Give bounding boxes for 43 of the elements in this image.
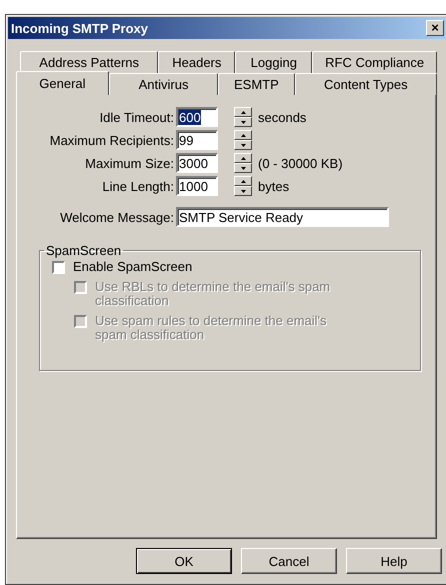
- field-label: Idle Timeout:: [98, 110, 174, 124]
- spin-buttons[interactable]: [234, 130, 252, 150]
- field-label: Maximum Size:: [84, 156, 174, 170]
- checkbox-label: Use RBLs to determine the email's spam classification: [95, 280, 332, 308]
- tab[interactable]: Logging: [235, 51, 312, 73]
- tab[interactable]: ESMTP: [218, 73, 295, 95]
- dialog-button[interactable]: Cancel: [241, 548, 337, 574]
- up-arrow-icon: [240, 180, 246, 182]
- up-arrow-icon: [240, 110, 246, 114]
- tab[interactable]: Antivirus: [108, 73, 218, 95]
- tab[interactable]: Address Patterns: [20, 51, 158, 73]
- spin-buttons[interactable]: [234, 176, 252, 196]
- number-field[interactable]: 99: [176, 130, 218, 150]
- down-arrow-icon: [240, 190, 246, 192]
- up-arrow-icon: [240, 134, 246, 136]
- field-label: Line Length:: [101, 178, 174, 194]
- dialog-button[interactable]: Help: [346, 548, 442, 574]
- checkbox-label: Enable SpamScreen: [73, 260, 194, 274]
- down-arrow-icon: [240, 120, 246, 124]
- down-arrow-icon: [240, 144, 246, 146]
- unit-label: (0 - 30000 KB): [258, 156, 343, 170]
- field-label: Maximum Recipients:: [48, 132, 174, 148]
- unit-label: seconds: [258, 110, 306, 124]
- spin-buttons[interactable]: [234, 107, 252, 127]
- input-field[interactable]: SMTP Service Ready: [176, 207, 389, 227]
- number-field[interactable]: 1000: [176, 176, 218, 196]
- unit-label: bytes: [258, 178, 290, 194]
- checkbox-label: Use spam rules to determine the email's spam classification: [95, 314, 328, 342]
- tab[interactable]: Headers: [158, 51, 236, 73]
- field-label: Welcome Message:: [59, 210, 174, 224]
- dialog-button[interactable]: OK: [136, 548, 232, 574]
- window-title: Incoming SMTP Proxy: [11, 20, 148, 36]
- tab[interactable]: RFC Compliance: [312, 51, 437, 73]
- tab[interactable]: General: [16, 71, 109, 95]
- checkbox[interactable]: [52, 261, 65, 274]
- spin-buttons[interactable]: [234, 153, 252, 173]
- up-arrow-icon: [240, 156, 246, 160]
- close-button[interactable]: ×: [426, 20, 444, 36]
- down-arrow-icon: [240, 166, 246, 170]
- group-title: SpamScreen: [45, 243, 122, 258]
- tab[interactable]: Content Types: [294, 73, 437, 95]
- number-field[interactable]: 600: [176, 107, 218, 127]
- number-field[interactable]: 3000: [176, 153, 218, 173]
